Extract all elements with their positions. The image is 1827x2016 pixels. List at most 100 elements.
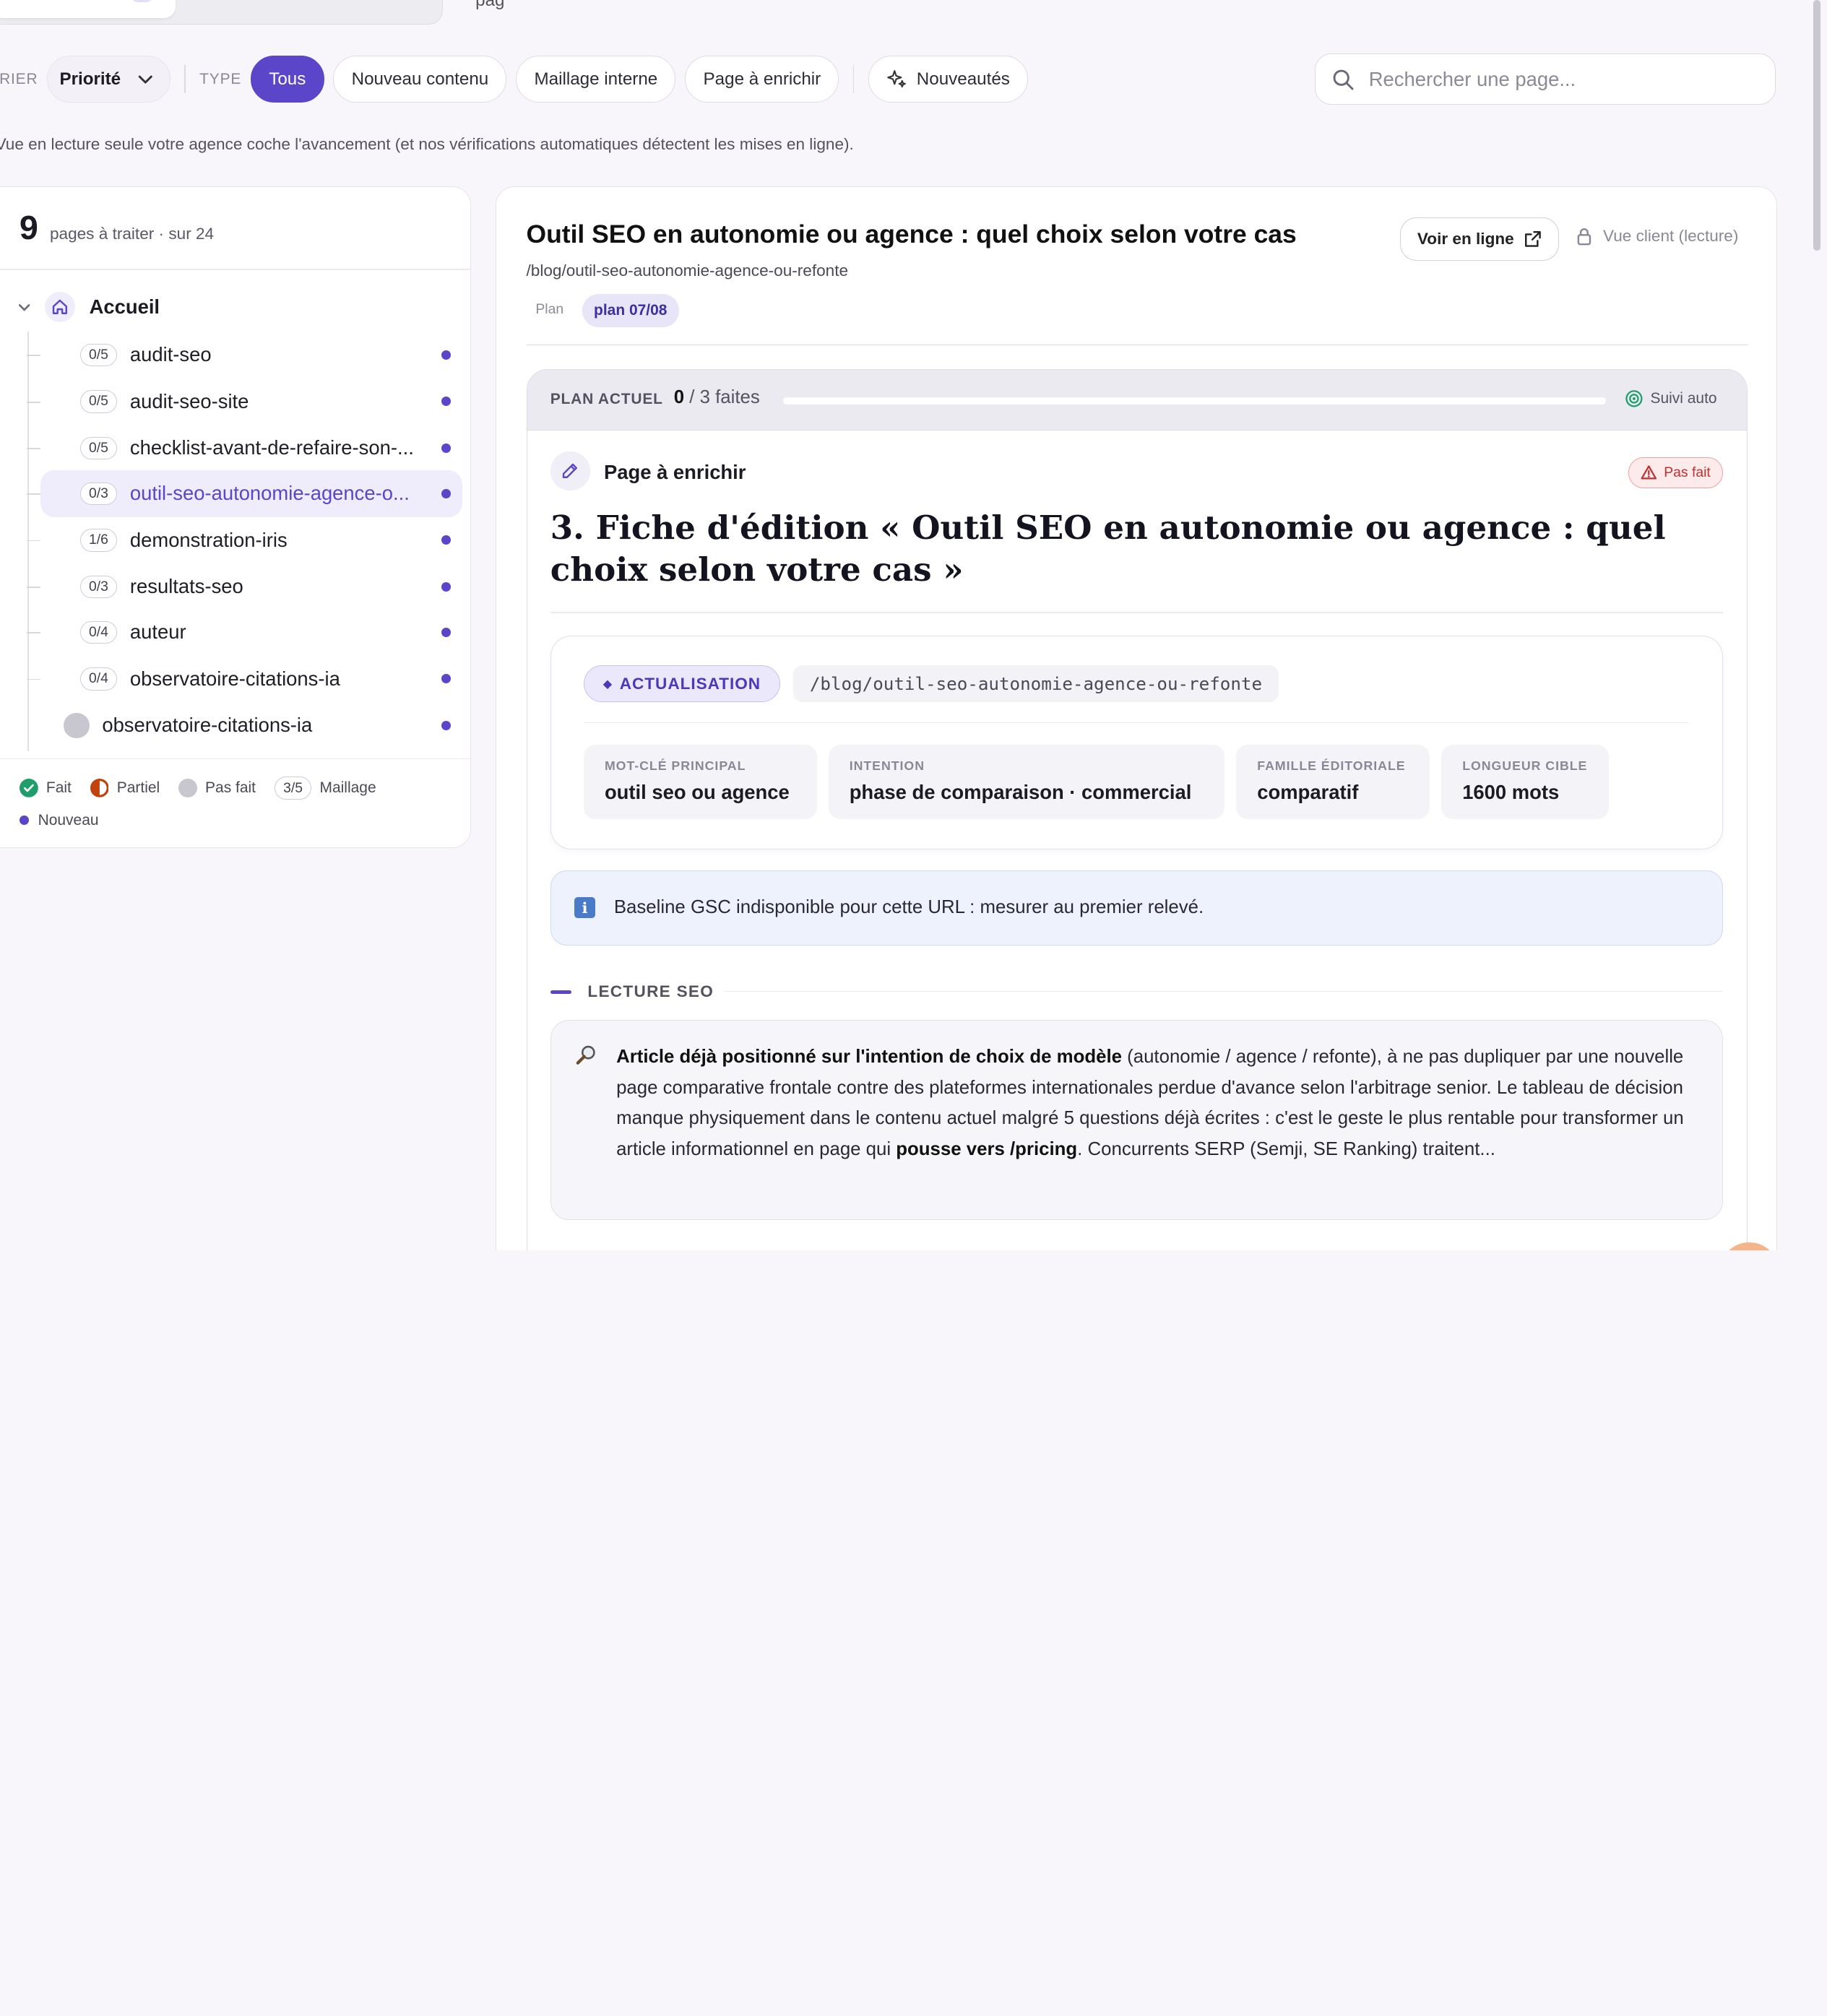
status-circle-icon bbox=[64, 712, 90, 739]
done-count: 0 bbox=[673, 386, 685, 407]
section-title-label: LECTURE SEO bbox=[587, 982, 714, 1001]
sort-select[interactable]: Priorité bbox=[47, 56, 170, 103]
view-online-label: Voir en ligne bbox=[1417, 229, 1514, 248]
new-dot bbox=[441, 488, 451, 498]
lock-icon bbox=[1577, 228, 1591, 246]
tree-tick bbox=[26, 401, 40, 403]
new-dot bbox=[441, 350, 451, 360]
field-value: outil seo ou agence bbox=[604, 780, 790, 803]
plan-header: PLAN ACTUEL 0 / 3 faites Suivi auto bbox=[527, 369, 1748, 431]
tree-item-label: outil-seo-autonomie-agence-o... bbox=[129, 482, 410, 505]
legend-linking-label: Maillage bbox=[319, 779, 376, 797]
divider bbox=[526, 344, 1748, 346]
search-icon bbox=[1333, 69, 1354, 90]
plan-done-count: 0 / 3 faites bbox=[674, 387, 760, 408]
tree-guide-line bbox=[27, 332, 29, 751]
new-dot bbox=[441, 720, 451, 730]
field-label: INTENTION bbox=[849, 758, 925, 773]
tree-item[interactable]: 0/5 audit-seo bbox=[26, 332, 462, 378]
status-badge[interactable]: Pas fait bbox=[1628, 457, 1723, 489]
search-input[interactable] bbox=[1368, 67, 1742, 91]
radar-icon bbox=[1625, 390, 1643, 407]
filter-chip-new-content[interactable]: Nouveau contenu bbox=[333, 56, 507, 103]
field-value: comparatif bbox=[1257, 780, 1359, 803]
auto-tracking-label: Suivi auto bbox=[1650, 390, 1717, 407]
seo-reading-text: Article déjà positionné sur l'intention … bbox=[616, 1042, 1700, 1165]
divider bbox=[184, 65, 186, 94]
scrollbar[interactable] bbox=[1813, 0, 1820, 251]
tree-item[interactable]: 0/4 auteur bbox=[26, 609, 462, 656]
page-url: /blog/outil-seo-autonomie-agence-ou-refo… bbox=[526, 261, 849, 280]
auto-tracking: Suivi auto bbox=[1625, 389, 1717, 408]
divider bbox=[0, 758, 470, 760]
pages-panel: 9 pages à traiter · sur 24 Accueil 0/5 au… bbox=[0, 186, 471, 849]
new-dot bbox=[441, 674, 451, 684]
legend-new: Nouveau bbox=[19, 812, 99, 829]
tree-tick bbox=[26, 448, 40, 450]
plan-chip[interactable]: plan 07/08 bbox=[582, 294, 679, 327]
filter-chip-all[interactable]: Tous bbox=[251, 56, 324, 103]
done-total: / 3 faites bbox=[689, 386, 760, 407]
tree-tick bbox=[26, 493, 40, 495]
tree-item[interactable]: 1/6 demonstration-iris bbox=[26, 517, 462, 564]
warning-icon bbox=[1641, 465, 1657, 480]
tree-tick bbox=[26, 540, 40, 542]
search-box[interactable] bbox=[1314, 53, 1776, 105]
plan-current-label: PLAN ACTUEL bbox=[550, 390, 663, 407]
sparkles-icon bbox=[887, 70, 906, 88]
seo-text-2: . Concurrents SERP (Semji, SE Ranking) t… bbox=[1077, 1139, 1495, 1160]
tab-count-pill bbox=[131, 0, 152, 2]
tree-item-label: checklist-avant-de-refaire-son-... bbox=[129, 436, 414, 459]
filter-bar: TRIER Priorité TYPE Tous Nouveau contenu… bbox=[0, 56, 1037, 103]
tree-item[interactable]: observatoire-citations-ia bbox=[24, 702, 462, 749]
info-box: i Baseline GSC indisponible pour cette U… bbox=[550, 870, 1723, 946]
tree-root-label: Accueil bbox=[89, 295, 160, 319]
pages-count-sub: pages à traiter · sur 24 bbox=[49, 225, 215, 243]
seo-bold-1: Article déjà positionné sur l'intention … bbox=[616, 1046, 1122, 1067]
chevron-down-icon[interactable] bbox=[17, 300, 31, 314]
tree-item-label: demonstration-iris bbox=[129, 528, 288, 551]
field-editorial-family: FAMILLE ÉDITORIALE comparatif bbox=[1236, 744, 1430, 819]
top-tab-active[interactable] bbox=[0, 0, 176, 19]
check-circle-icon bbox=[19, 779, 38, 797]
progress-badge: 0/3 bbox=[79, 575, 118, 599]
filter-chip-internal-linking[interactable]: Maillage interne bbox=[516, 56, 676, 103]
edit-sheet-card: ◆ ACTUALISATION /blog/outil-seo-autonomie… bbox=[550, 635, 1723, 850]
page-title: Outil SEO en autonomie ou agence : quel … bbox=[526, 220, 1297, 249]
new-dot-icon bbox=[19, 816, 29, 826]
view-online-button[interactable]: Voir en ligne bbox=[1400, 217, 1559, 261]
new-dot bbox=[441, 443, 451, 453]
tree-item[interactable]: 0/5 checklist-avant-de-refaire-son-... bbox=[26, 425, 462, 472]
top-partial-label: pag bbox=[475, 0, 505, 11]
field-label: LONGUEUR CIBLE bbox=[1462, 758, 1588, 773]
news-label: Nouveautés bbox=[916, 69, 1010, 89]
info-text: Baseline GSC indisponible pour cette URL… bbox=[613, 897, 1204, 918]
new-dot bbox=[441, 535, 451, 545]
filter-chip-page-to-enrich[interactable]: Page à enrichir bbox=[685, 56, 839, 103]
tree-item[interactable]: 0/3 resultats-seo bbox=[26, 563, 462, 610]
field-target-length: LONGUEUR CIBLE 1600 mots bbox=[1441, 744, 1610, 819]
progress-badge: 1/6 bbox=[79, 529, 118, 552]
divider bbox=[852, 65, 855, 94]
tree-root-accueil[interactable]: Accueil bbox=[17, 292, 160, 323]
diamond-icon: ◆ bbox=[602, 677, 613, 691]
tree-item[interactable]: 0/4 observatoire-citations-ia bbox=[26, 656, 462, 703]
field-value: 1600 mots bbox=[1462, 780, 1560, 803]
progress-badge: 0/4 bbox=[79, 667, 118, 691]
app-root: pag TRIER Priorité TYPE Tous Nouveau con… bbox=[0, 0, 1827, 1250]
tree-item-label: observatoire-citations-ia bbox=[102, 714, 313, 737]
legend-linking-badge: 3/5 bbox=[274, 776, 312, 800]
divider bbox=[583, 722, 1689, 724]
seo-bold-2: pousse vers /pricing bbox=[896, 1139, 1078, 1160]
tree-item-label: observatoire-citations-ia bbox=[129, 667, 340, 690]
grey-circle-icon bbox=[178, 779, 197, 797]
news-button[interactable]: Nouveautés bbox=[868, 56, 1029, 103]
update-tag: ◆ ACTUALISATION bbox=[583, 665, 780, 703]
pages-summary: 9 pages à traiter · sur 24 bbox=[20, 208, 214, 247]
legend-linking: 3/5 Maillage bbox=[274, 776, 376, 800]
legend-partial-label: Partiel bbox=[116, 779, 160, 797]
legend: Fait Partiel Pas fait 3/5 Maillage bbox=[19, 776, 395, 800]
tree-item-selected[interactable]: 0/3 outil-seo-autonomie-agence-o... bbox=[26, 470, 462, 517]
tree-item[interactable]: 0/5 audit-seo-site bbox=[26, 378, 462, 425]
client-view-indicator: Vue client (lecture) bbox=[1575, 227, 1738, 246]
